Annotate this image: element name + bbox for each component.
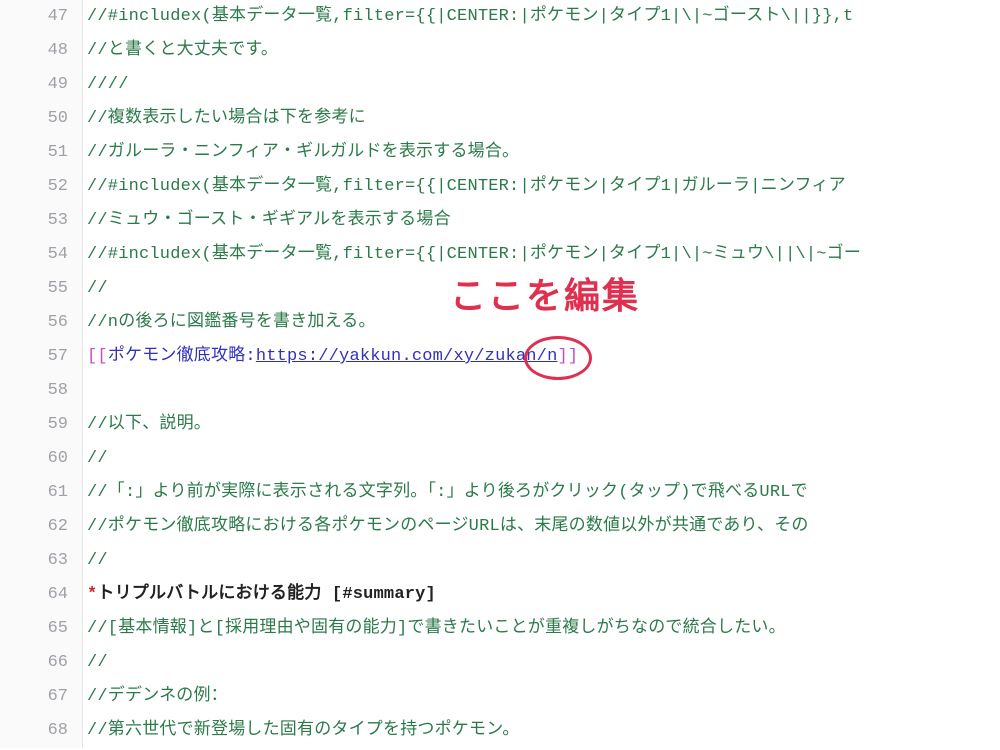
comment-text: // <box>87 449 108 468</box>
line-number: 54 <box>0 238 83 272</box>
code-editor[interactable]: 47//#includex(基本データ一覧,filter={{|CENTER:|… <box>0 0 1000 750</box>
code-line[interactable]: 62//ポケモン徹底攻略における各ポケモンのページURLは、末尾の数値以外が共通… <box>0 510 1000 544</box>
line-content[interactable]: //複数表示したい場合は下を参考に <box>83 102 1000 136</box>
line-number: 64 <box>0 578 83 612</box>
line-number: 63 <box>0 544 83 578</box>
line-content[interactable]: //と書くと大丈夫です。 <box>83 34 1000 68</box>
line-content[interactable]: //#includex(基本データ一覧,filter={{|CENTER:|ポケ… <box>83 0 1000 34</box>
line-content[interactable]: // <box>83 442 1000 476</box>
comment-text: // <box>87 653 108 672</box>
line-number: 49 <box>0 68 83 102</box>
comment-text: //複数表示したい場合は下を参考に <box>87 109 366 128</box>
code-line[interactable]: 57[[ポケモン徹底攻略:https://yakkun.com/xy/zukan… <box>0 340 1000 374</box>
line-number: 62 <box>0 510 83 544</box>
code-line[interactable]: 65//[基本情報]と[採用理由や固有の能力]で書きたいことが重複しがちなので統… <box>0 612 1000 646</box>
line-content[interactable]: //「:」より前が実際に表示される文字列。「:」より後ろがクリック(タップ)で飛… <box>83 476 1000 510</box>
code-line[interactable]: 67//デデンネの例： <box>0 680 1000 714</box>
line-content[interactable]: //ミュウ・ゴースト・ギギアルを表示する場合 <box>83 204 1000 238</box>
comment-text: //デデンネの例： <box>87 687 228 706</box>
line-number: 56 <box>0 306 83 340</box>
code-line[interactable]: 66// <box>0 646 1000 680</box>
code-line[interactable]: 58 <box>0 374 1000 408</box>
line-number: 60 <box>0 442 83 476</box>
line-number: 57 <box>0 340 83 374</box>
line-number: 47 <box>0 0 83 34</box>
comment-text: //nの後ろに図鑑番号を書き加える。 <box>87 313 376 332</box>
line-content[interactable]: // <box>83 646 1000 680</box>
code-line[interactable]: 64*トリプルバトルにおける能力 [#summary] <box>0 578 1000 612</box>
annotation-label: ここを編集 <box>450 267 640 319</box>
code-line[interactable]: 61//「:」より前が実際に表示される文字列。「:」より後ろがクリック(タップ)… <box>0 476 1000 510</box>
heading-text: トリプルバトルにおける能力 [#summary] <box>97 585 436 604</box>
code-line[interactable]: 68//第六世代で新登場した固有のタイプを持つポケモン。 <box>0 714 1000 748</box>
line-content[interactable]: // <box>83 544 1000 578</box>
comment-text: //ミュウ・ゴースト・ギギアルを表示する場合 <box>87 211 451 230</box>
comment-text: //#includex(基本データ一覧,filter={{|CENTER:|ポケ… <box>87 177 846 196</box>
line-content[interactable]: //第六世代で新登場した固有のタイプを持つポケモン。 <box>83 714 1000 748</box>
link-label: ポケモン徹底攻略 <box>108 347 246 366</box>
line-content[interactable]: //[基本情報]と[採用理由や固有の能力]で書きたいことが重複しがちなので統合し… <box>83 612 1000 646</box>
comment-text: // <box>87 279 108 298</box>
code-line[interactable]: 53//ミュウ・ゴースト・ギギアルを表示する場合 <box>0 204 1000 238</box>
line-number: 68 <box>0 714 83 748</box>
line-number: 48 <box>0 34 83 68</box>
code-line[interactable]: 49//// <box>0 68 1000 102</box>
line-number: 67 <box>0 680 83 714</box>
annotation-circle <box>524 336 592 380</box>
line-content[interactable]: //// <box>83 68 1000 102</box>
line-content[interactable]: //ガルーラ・ニンフィア・ギルガルドを表示する場合。 <box>83 136 1000 170</box>
line-number: 52 <box>0 170 83 204</box>
line-number: 58 <box>0 374 83 408</box>
comment-text: //ポケモン徹底攻略における各ポケモンのページURLは、末尾の数値以外が共通であ… <box>87 517 809 536</box>
comment-text: //「:」より前が実際に表示される文字列。「:」より後ろがクリック(タップ)で飛… <box>87 483 808 502</box>
line-content[interactable]: //デデンネの例： <box>83 680 1000 714</box>
code-line[interactable]: 50//複数表示したい場合は下を参考に <box>0 102 1000 136</box>
line-number: 66 <box>0 646 83 680</box>
line-number: 59 <box>0 408 83 442</box>
code-line[interactable]: 63// <box>0 544 1000 578</box>
code-line[interactable]: 47//#includex(基本データ一覧,filter={{|CENTER:|… <box>0 0 1000 34</box>
line-number: 65 <box>0 612 83 646</box>
line-content[interactable]: //#includex(基本データ一覧,filter={{|CENTER:|ポケ… <box>83 170 1000 204</box>
line-content[interactable]: //ポケモン徹底攻略における各ポケモンのページURLは、末尾の数値以外が共通であ… <box>83 510 1000 544</box>
comment-text: //と書くと大丈夫です。 <box>87 41 278 60</box>
link-url: https://yakkun.com/xy/zukan/n <box>256 347 558 366</box>
line-content[interactable]: //以下、説明。 <box>83 408 1000 442</box>
line-number: 61 <box>0 476 83 510</box>
comment-text: //// <box>87 75 129 94</box>
code-line[interactable]: 52//#includex(基本データ一覧,filter={{|CENTER:|… <box>0 170 1000 204</box>
line-number: 50 <box>0 102 83 136</box>
comment-text: //#includex(基本データ一覧,filter={{|CENTER:|ポケ… <box>87 245 861 264</box>
link-separator: : <box>245 347 255 366</box>
comment-text: //[基本情報]と[採用理由や固有の能力]で書きたいことが重複しがちなので統合し… <box>87 619 786 638</box>
line-content[interactable]: *トリプルバトルにおける能力 [#summary] <box>83 578 1000 612</box>
code-line[interactable]: 59//以下、説明。 <box>0 408 1000 442</box>
comment-text: //第六世代で新登場した固有のタイプを持つポケモン。 <box>87 721 520 740</box>
line-number: 53 <box>0 204 83 238</box>
code-line[interactable]: 48//と書くと大丈夫です。 <box>0 34 1000 68</box>
heading-marker: * <box>87 585 97 604</box>
code-line[interactable]: 51//ガルーラ・ニンフィア・ギルガルドを表示する場合。 <box>0 136 1000 170</box>
code-line[interactable]: 60// <box>0 442 1000 476</box>
link-open-bracket: [[ <box>87 347 108 366</box>
comment-text: //以下、説明。 <box>87 415 211 434</box>
line-number: 51 <box>0 136 83 170</box>
comment-text: // <box>87 551 108 570</box>
comment-text: //#includex(基本データ一覧,filter={{|CENTER:|ポケ… <box>87 7 853 26</box>
comment-text: //ガルーラ・ニンフィア・ギルガルドを表示する場合。 <box>87 143 519 162</box>
line-number: 55 <box>0 272 83 306</box>
